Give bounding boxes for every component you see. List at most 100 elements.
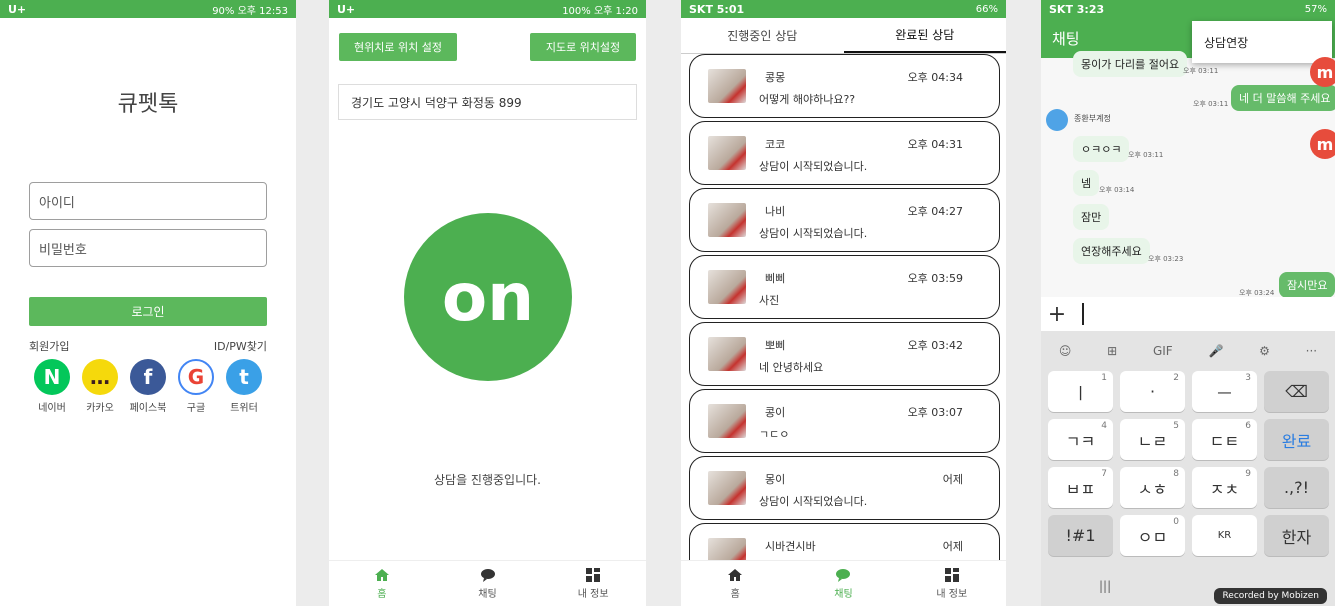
item-time: 오후 04:27: [907, 205, 963, 218]
google-login[interactable]: G 구글: [174, 359, 218, 414]
login-button[interactable]: 로그인: [29, 297, 267, 326]
nav-my-info[interactable]: 내 정보: [540, 561, 646, 606]
on-toggle-button[interactable]: on: [404, 213, 572, 381]
consultation-list: 콩몽 오후 04:34 어떻게 해야하나요?? 코코 오후 04:31 상담이 시작되었…: [689, 54, 1000, 590]
chat-icon: [836, 569, 851, 582]
keyboard: ☺ ⊞ GIF 🎤 ⚙ ··· ㅣ1 · 2 ㅡ3 ⌫ ㄱㅋ 4 ㄴㄹ 5 ㄷㅌ 6 완…: [1041, 331, 1335, 606]
tab-ongoing[interactable]: 진행중인 상담: [681, 18, 844, 53]
nav-label: 홈: [730, 589, 740, 600]
pet-thumbnail: [708, 471, 746, 505]
punctuation-key[interactable]: .,?!: [1264, 467, 1329, 508]
key[interactable]: ㄴㄹ 5: [1120, 419, 1185, 460]
nav-home[interactable]: 홈: [681, 561, 789, 606]
pet-thumbnail: [708, 404, 746, 438]
key[interactable]: ㅂㅍ 7: [1048, 467, 1113, 508]
twitter-login[interactable]: t 트위터: [222, 359, 266, 414]
recorder-icon[interactable]: m: [1310, 57, 1335, 87]
message-time: 오후 03:11: [1183, 67, 1219, 75]
app-title: 큐펫톡: [117, 92, 179, 117]
backspace-key[interactable]: ⌫: [1264, 371, 1329, 412]
list-item[interactable]: 삐삐 오후 03:59 사진: [689, 255, 1000, 319]
password-input[interactable]: 비밀번호: [29, 229, 267, 267]
message-input-bar: +: [1041, 297, 1335, 331]
id-input[interactable]: 아이디: [29, 182, 267, 220]
hanja-key[interactable]: 한자: [1264, 515, 1329, 556]
emoji-icon[interactable]: ☺: [1059, 344, 1072, 358]
list-item[interactable]: 몽이 어제 상담이 시작되었습니다.: [689, 456, 1000, 520]
key[interactable]: ㅅㅎ 8: [1120, 467, 1185, 508]
pet-thumbnail: [708, 203, 746, 237]
message-time: 오후 03:11: [1193, 100, 1229, 108]
address-field[interactable]: 경기도 고양시 덕양구 화정동 899: [338, 84, 637, 120]
grid-icon: [944, 568, 959, 582]
settings-icon[interactable]: ⚙: [1259, 344, 1270, 358]
sticker-icon[interactable]: ⊞: [1107, 344, 1117, 358]
social-label: 카카오: [86, 403, 114, 414]
pet-name: 뽀삐: [765, 339, 786, 352]
find-account-link[interactable]: ID/PW찾기: [214, 338, 267, 354]
message-time: 오후 03:11: [1128, 151, 1164, 159]
status-right: 57%: [1304, 3, 1327, 15]
nav-label: 채팅: [478, 589, 497, 600]
nav-home[interactable]: 홈: [329, 561, 435, 606]
symbol-key[interactable]: !#1: [1048, 515, 1113, 556]
naver-login[interactable]: N 네이버: [30, 359, 74, 414]
key[interactable]: ㅣ1: [1048, 371, 1113, 412]
pet-name: 시바견시바: [765, 540, 816, 553]
pet-thumbnail: [708, 69, 746, 103]
key[interactable]: ㄱㅋ 4: [1048, 419, 1113, 460]
mic-icon[interactable]: 🎤: [1208, 344, 1223, 358]
social-label: 트위터: [230, 403, 258, 414]
social-label: 페이스북: [129, 403, 167, 414]
current-location-button[interactable]: 현위치로 위치 설정: [339, 33, 457, 61]
nav-label: 내 정보: [577, 589, 609, 600]
key[interactable]: ㅡ3: [1192, 371, 1257, 412]
facebook-login[interactable]: f 페이스북: [126, 359, 170, 414]
last-message: 상담이 시작되었습니다.: [759, 495, 868, 508]
nav-chat[interactable]: 채팅: [789, 561, 897, 606]
social-label: 네이버: [38, 403, 66, 414]
more-icon[interactable]: ···: [1306, 344, 1317, 358]
tab-bar: 진행중인 상담 완료된 상담: [681, 18, 1006, 54]
signup-link[interactable]: 회원가입: [29, 338, 69, 354]
tab-completed[interactable]: 완료된 상담: [843, 18, 1006, 53]
nav-my-info[interactable]: 내 정보: [898, 561, 1006, 606]
auth-links: 회원가입 ID/PW찾기: [29, 338, 267, 354]
recent-apps-icon[interactable]: |||: [1099, 579, 1111, 593]
home-icon: [728, 569, 743, 581]
status-right: 66%: [975, 3, 998, 15]
consultation-list-screen: SKT 5:01 66% 진행중인 상담 완료된 상담 콩몽 오후 04:34 어떻…: [681, 0, 1006, 606]
add-attachment-button[interactable]: +: [1041, 302, 1073, 327]
key[interactable]: ㄷㅌ 6: [1192, 419, 1257, 460]
overflow-menu-extend[interactable]: 상담연장: [1192, 21, 1332, 63]
key[interactable]: ㅈㅊ 9: [1192, 467, 1257, 508]
gif-icon[interactable]: GIF: [1153, 344, 1173, 358]
list-item[interactable]: 콩몽 오후 04:34 어떻게 해야하나요??: [689, 54, 1000, 118]
item-time: 어제: [942, 540, 963, 553]
carrier-label: SKT 3:23: [1049, 2, 1105, 16]
kakao-icon: …: [82, 359, 118, 395]
map-location-button[interactable]: 지도로 위치설정: [530, 33, 636, 61]
space-key[interactable]: KR: [1192, 515, 1257, 556]
nav-chat[interactable]: 채팅: [435, 561, 541, 606]
avatar: [1046, 109, 1068, 131]
list-item[interactable]: 코코 오후 04:31 상담이 시작되었습니다.: [689, 121, 1000, 185]
message-time: 오후 03:23: [1148, 255, 1184, 263]
pet-thumbnail: [708, 337, 746, 371]
last-message: 사진: [759, 294, 780, 307]
kakao-login[interactable]: … 카카오: [78, 359, 122, 414]
pet-thumbnail: [708, 136, 746, 170]
pet-name: 콩몽: [765, 71, 786, 84]
pet-name: 코코: [765, 138, 786, 151]
twitter-icon: t: [226, 359, 262, 395]
carrier-label: SKT 5:01: [689, 2, 745, 16]
list-item[interactable]: 뽀삐 오후 03:42 네 안녕하세요: [689, 322, 1000, 386]
key[interactable]: ㅇㅁ 0: [1120, 515, 1185, 556]
recorder-icon[interactable]: m: [1310, 129, 1335, 159]
list-item[interactable]: 콩이 오후 03:07 ㄱㄷㅇ: [689, 389, 1000, 453]
list-item[interactable]: 나비 오후 04:27 상담이 시작되었습니다.: [689, 188, 1000, 252]
key[interactable]: · 2: [1120, 371, 1185, 412]
message-input[interactable]: [1082, 303, 1084, 325]
done-key[interactable]: 완료: [1264, 419, 1329, 460]
bottom-nav: 홈 채팅 내 정보: [329, 560, 646, 606]
